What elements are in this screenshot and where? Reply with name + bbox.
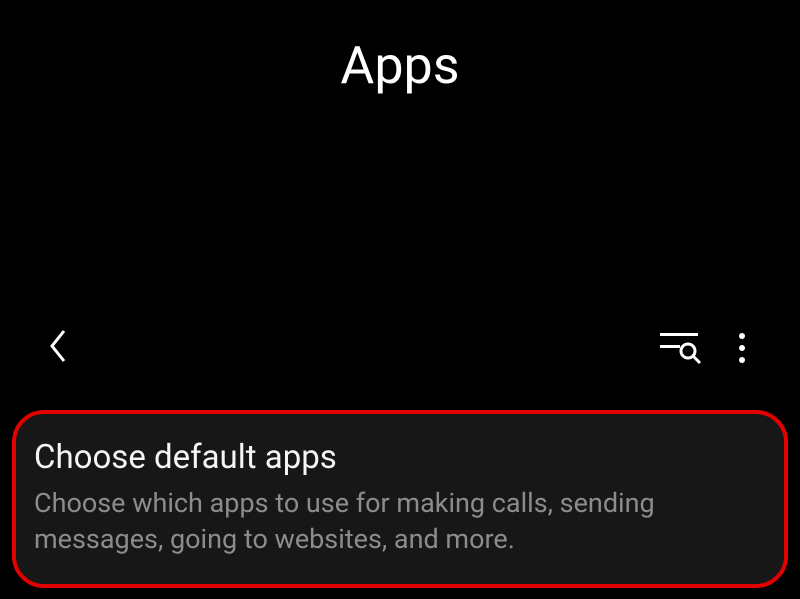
choose-default-apps-card[interactable]: Choose default apps Choose which apps to… [12, 410, 788, 588]
page-title: Apps [0, 35, 800, 96]
toolbar-right [658, 333, 752, 363]
toolbar-left [48, 329, 68, 367]
back-icon[interactable] [48, 329, 68, 367]
search-filter-icon[interactable] [658, 333, 702, 363]
more-icon[interactable] [732, 333, 752, 363]
toolbar [0, 318, 800, 378]
card-description: Choose which apps to use for making call… [34, 485, 766, 558]
card-title: Choose default apps [34, 438, 766, 477]
